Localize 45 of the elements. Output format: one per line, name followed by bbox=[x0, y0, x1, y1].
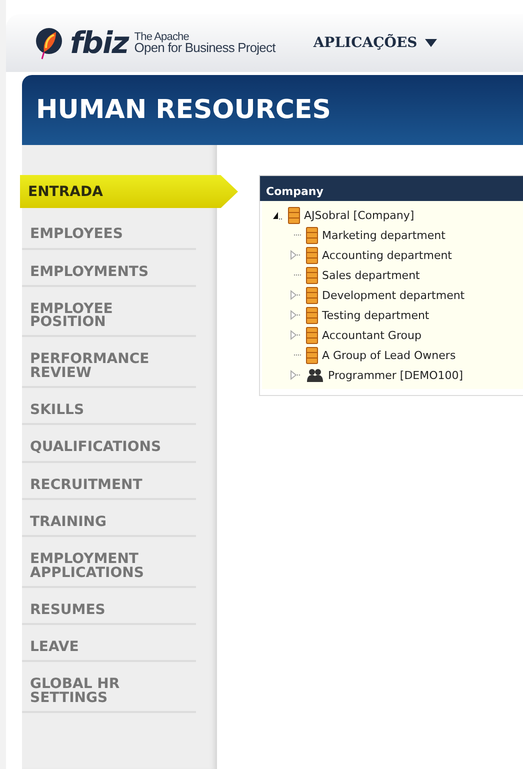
tree-node-label[interactable]: AJSobral [Company] bbox=[304, 208, 414, 222]
tree-node-label[interactable]: Marketing department bbox=[322, 228, 446, 242]
cabinet-icon bbox=[288, 206, 300, 224]
cabinet-icon bbox=[306, 266, 318, 284]
applications-menu[interactable]: APLICAÇÕES bbox=[313, 35, 438, 51]
leaf-logo-icon bbox=[34, 26, 64, 60]
nav-item[interactable]: EMPLOYMENT APPLICATIONS bbox=[22, 537, 196, 588]
tree-node-label[interactable]: Accountant Group bbox=[322, 328, 422, 342]
tree-node-label[interactable]: Programmer [DEMO100] bbox=[328, 368, 464, 382]
tree-node-label[interactable]: Accounting department bbox=[322, 248, 452, 262]
cabinet-icon bbox=[306, 246, 318, 264]
tree-node-label[interactable]: Sales department bbox=[322, 268, 420, 282]
caret-icon bbox=[425, 39, 438, 47]
expanded-node-icon[interactable] bbox=[272, 210, 284, 220]
nav-item[interactable]: RESUMES bbox=[22, 588, 196, 626]
collapsed-node-icon[interactable] bbox=[290, 370, 302, 380]
collapsed-node-icon[interactable] bbox=[290, 250, 302, 260]
people-icon bbox=[306, 368, 324, 382]
tree-node-label[interactable]: A Group of Lead Owners bbox=[322, 348, 456, 362]
collapsed-node-icon[interactable] bbox=[290, 290, 302, 300]
nav-item[interactable]: TRAINING bbox=[22, 500, 196, 538]
logo-wordmark: fbiz bbox=[70, 26, 128, 60]
nav-item[interactable]: ENTRADA bbox=[20, 175, 238, 208]
nav-item[interactable]: GLOBAL HR SETTINGS bbox=[22, 662, 196, 714]
tree-node-label[interactable]: Testing department bbox=[322, 308, 430, 322]
cabinet-icon bbox=[306, 326, 318, 344]
nav-item[interactable]: EMPLOYMENTS bbox=[22, 250, 196, 287]
panel-title: Company bbox=[260, 176, 523, 201]
page-title: HUMAN RESOURCES bbox=[36, 95, 331, 125]
cabinet-icon bbox=[306, 306, 318, 324]
logo-tagline: Open for Business Project bbox=[134, 42, 276, 54]
nav-item[interactable]: QUALIFICATIONS bbox=[22, 425, 196, 463]
tree-node-label[interactable]: Development department bbox=[322, 288, 465, 302]
cabinet-icon bbox=[306, 346, 318, 364]
collapsed-node-icon[interactable] bbox=[290, 310, 302, 320]
nav-item[interactable]: SKILLS bbox=[22, 388, 196, 426]
cabinet-icon bbox=[306, 226, 318, 244]
cabinet-icon bbox=[306, 286, 318, 304]
nav-item[interactable]: LEAVE bbox=[22, 625, 196, 662]
nav-item[interactable]: EMPLOYEE POSITION bbox=[22, 286, 196, 338]
collapsed-node-icon[interactable] bbox=[290, 330, 302, 340]
nav-item[interactable]: PERFORMANCE REVIEW bbox=[22, 337, 196, 388]
nav-item[interactable]: RECRUITMENT bbox=[22, 462, 196, 500]
logo-tagline: The Apache bbox=[134, 32, 189, 42]
nav-item[interactable]: EMPLOYEES bbox=[22, 212, 196, 250]
